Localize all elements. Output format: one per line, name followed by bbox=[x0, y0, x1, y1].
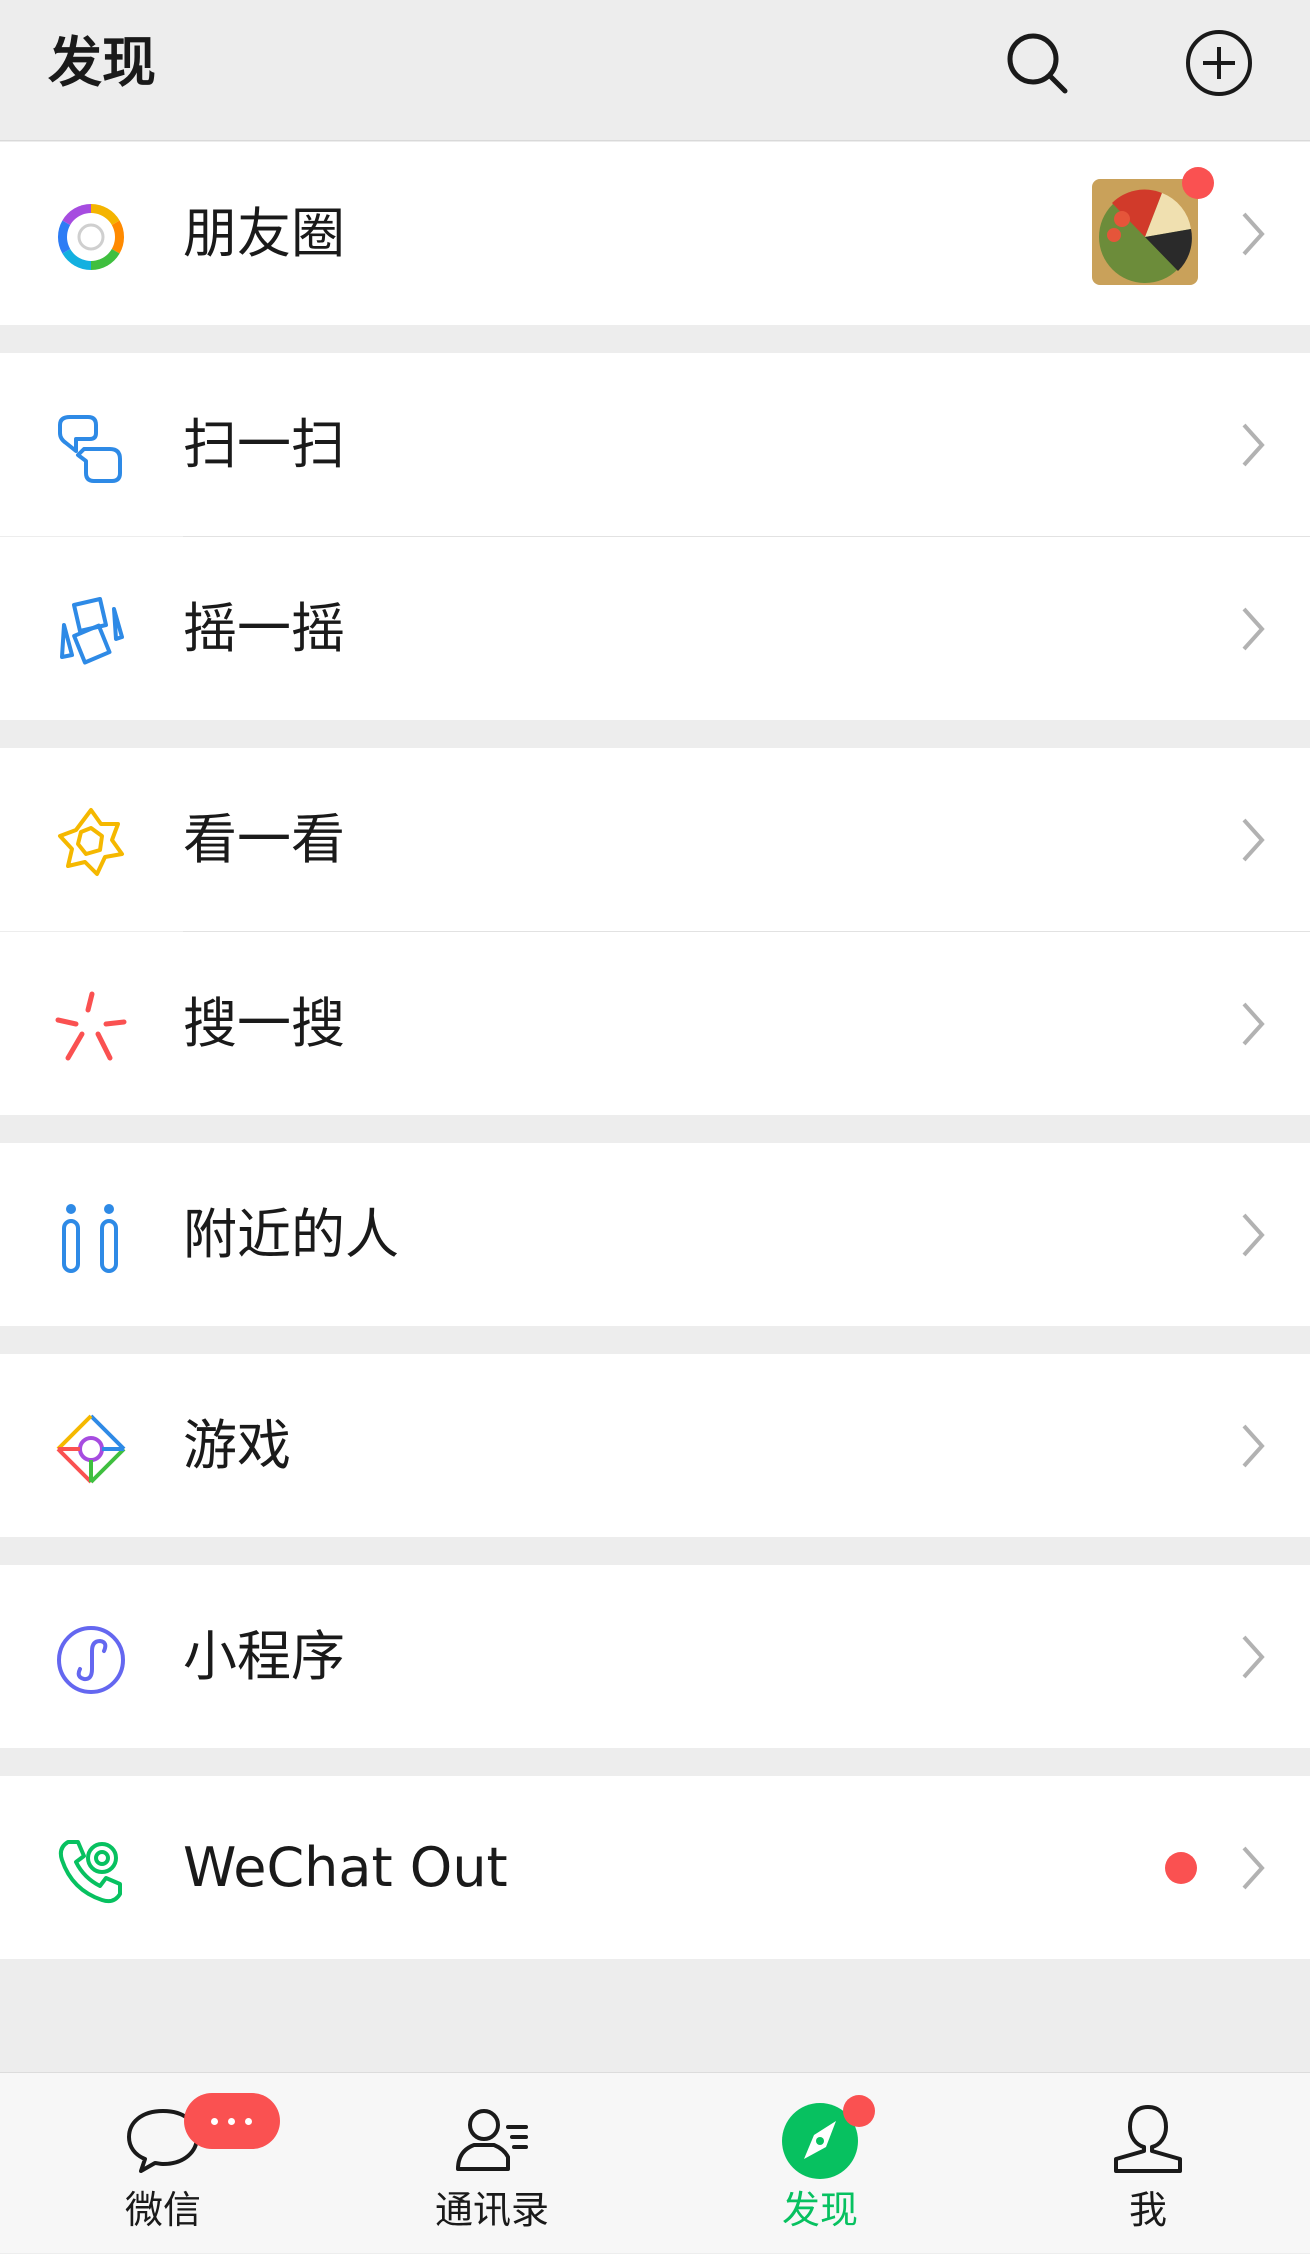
add-button[interactable] bbox=[1184, 28, 1254, 98]
chevron-right-icon bbox=[1238, 1842, 1268, 1894]
notification-dot bbox=[1165, 1852, 1197, 1884]
chevron-right-icon bbox=[1238, 208, 1268, 260]
search-icon bbox=[1007, 33, 1068, 94]
menu-item-search[interactable]: 搜一搜 bbox=[0, 932, 1310, 1115]
scan-icon bbox=[54, 411, 128, 485]
people-nearby-icon bbox=[54, 1201, 128, 1275]
menu-item-moments[interactable]: 朋友圈 bbox=[0, 142, 1310, 325]
tab-label: 我 bbox=[1128, 2188, 1167, 2232]
chevron-right-icon bbox=[1238, 814, 1268, 866]
chevron-right-icon bbox=[1238, 1631, 1268, 1683]
unread-badge bbox=[184, 2093, 280, 2149]
notification-dot bbox=[1182, 167, 1214, 199]
bottom-tab-bar: 微信 通讯录 发现 我 bbox=[0, 2072, 1310, 2253]
plus-circle-icon bbox=[1186, 30, 1252, 96]
contacts-icon bbox=[452, 2101, 532, 2181]
shake-icon bbox=[54, 595, 128, 669]
chevron-right-icon bbox=[1238, 419, 1268, 471]
moments-icon bbox=[54, 200, 128, 274]
menu-item-scan[interactable]: 扫一扫 bbox=[0, 353, 1310, 536]
top-stories-icon bbox=[54, 806, 128, 880]
tab-label: 发现 bbox=[781, 2188, 858, 2232]
tab-discover[interactable]: 发现 bbox=[710, 2073, 930, 2254]
menu-label: 朋友圈 bbox=[183, 202, 345, 265]
tab-me[interactable]: 我 bbox=[1038, 2073, 1258, 2254]
chevron-right-icon bbox=[1238, 1420, 1268, 1472]
chevron-right-icon bbox=[1238, 1209, 1268, 1261]
top-bar: 发现 bbox=[0, 0, 1310, 141]
me-icon bbox=[1108, 2101, 1188, 2181]
games-icon bbox=[54, 1412, 128, 1486]
menu-item-top-stories[interactable]: 看一看 bbox=[0, 748, 1310, 931]
menu-item-games[interactable]: 游戏 bbox=[0, 1354, 1310, 1537]
page-title: 发现 bbox=[48, 31, 156, 94]
menu-label: 摇一摇 bbox=[183, 597, 345, 660]
mini-programs-icon bbox=[54, 1623, 128, 1697]
tab-contacts[interactable]: 通讯录 bbox=[382, 2073, 602, 2254]
menu-label: 扫一扫 bbox=[183, 413, 345, 476]
search-button[interactable] bbox=[1002, 28, 1072, 98]
moments-thumbnail[interactable] bbox=[1092, 179, 1198, 285]
chevron-right-icon bbox=[1238, 603, 1268, 655]
menu-item-wechat-out[interactable]: WeChat Out bbox=[0, 1776, 1310, 1959]
menu-label: 小程序 bbox=[183, 1625, 345, 1688]
wechat-out-icon bbox=[54, 1834, 128, 1908]
menu-label: WeChat Out bbox=[183, 1836, 508, 1899]
menu-item-shake[interactable]: 摇一摇 bbox=[0, 537, 1310, 720]
menu-label: 看一看 bbox=[183, 808, 345, 871]
notification-dot bbox=[843, 2095, 875, 2127]
tab-label: 微信 bbox=[124, 2188, 201, 2232]
menu-item-people-nearby[interactable]: 附近的人 bbox=[0, 1143, 1310, 1326]
tab-label: 通讯录 bbox=[434, 2188, 549, 2232]
menu-label: 搜一搜 bbox=[183, 992, 345, 1055]
menu-item-mini-programs[interactable]: 小程序 bbox=[0, 1565, 1310, 1748]
chevron-right-icon bbox=[1238, 998, 1268, 1050]
menu-label: 游戏 bbox=[183, 1414, 291, 1477]
menu-label: 附近的人 bbox=[183, 1203, 399, 1266]
search-spark-icon bbox=[54, 990, 128, 1064]
